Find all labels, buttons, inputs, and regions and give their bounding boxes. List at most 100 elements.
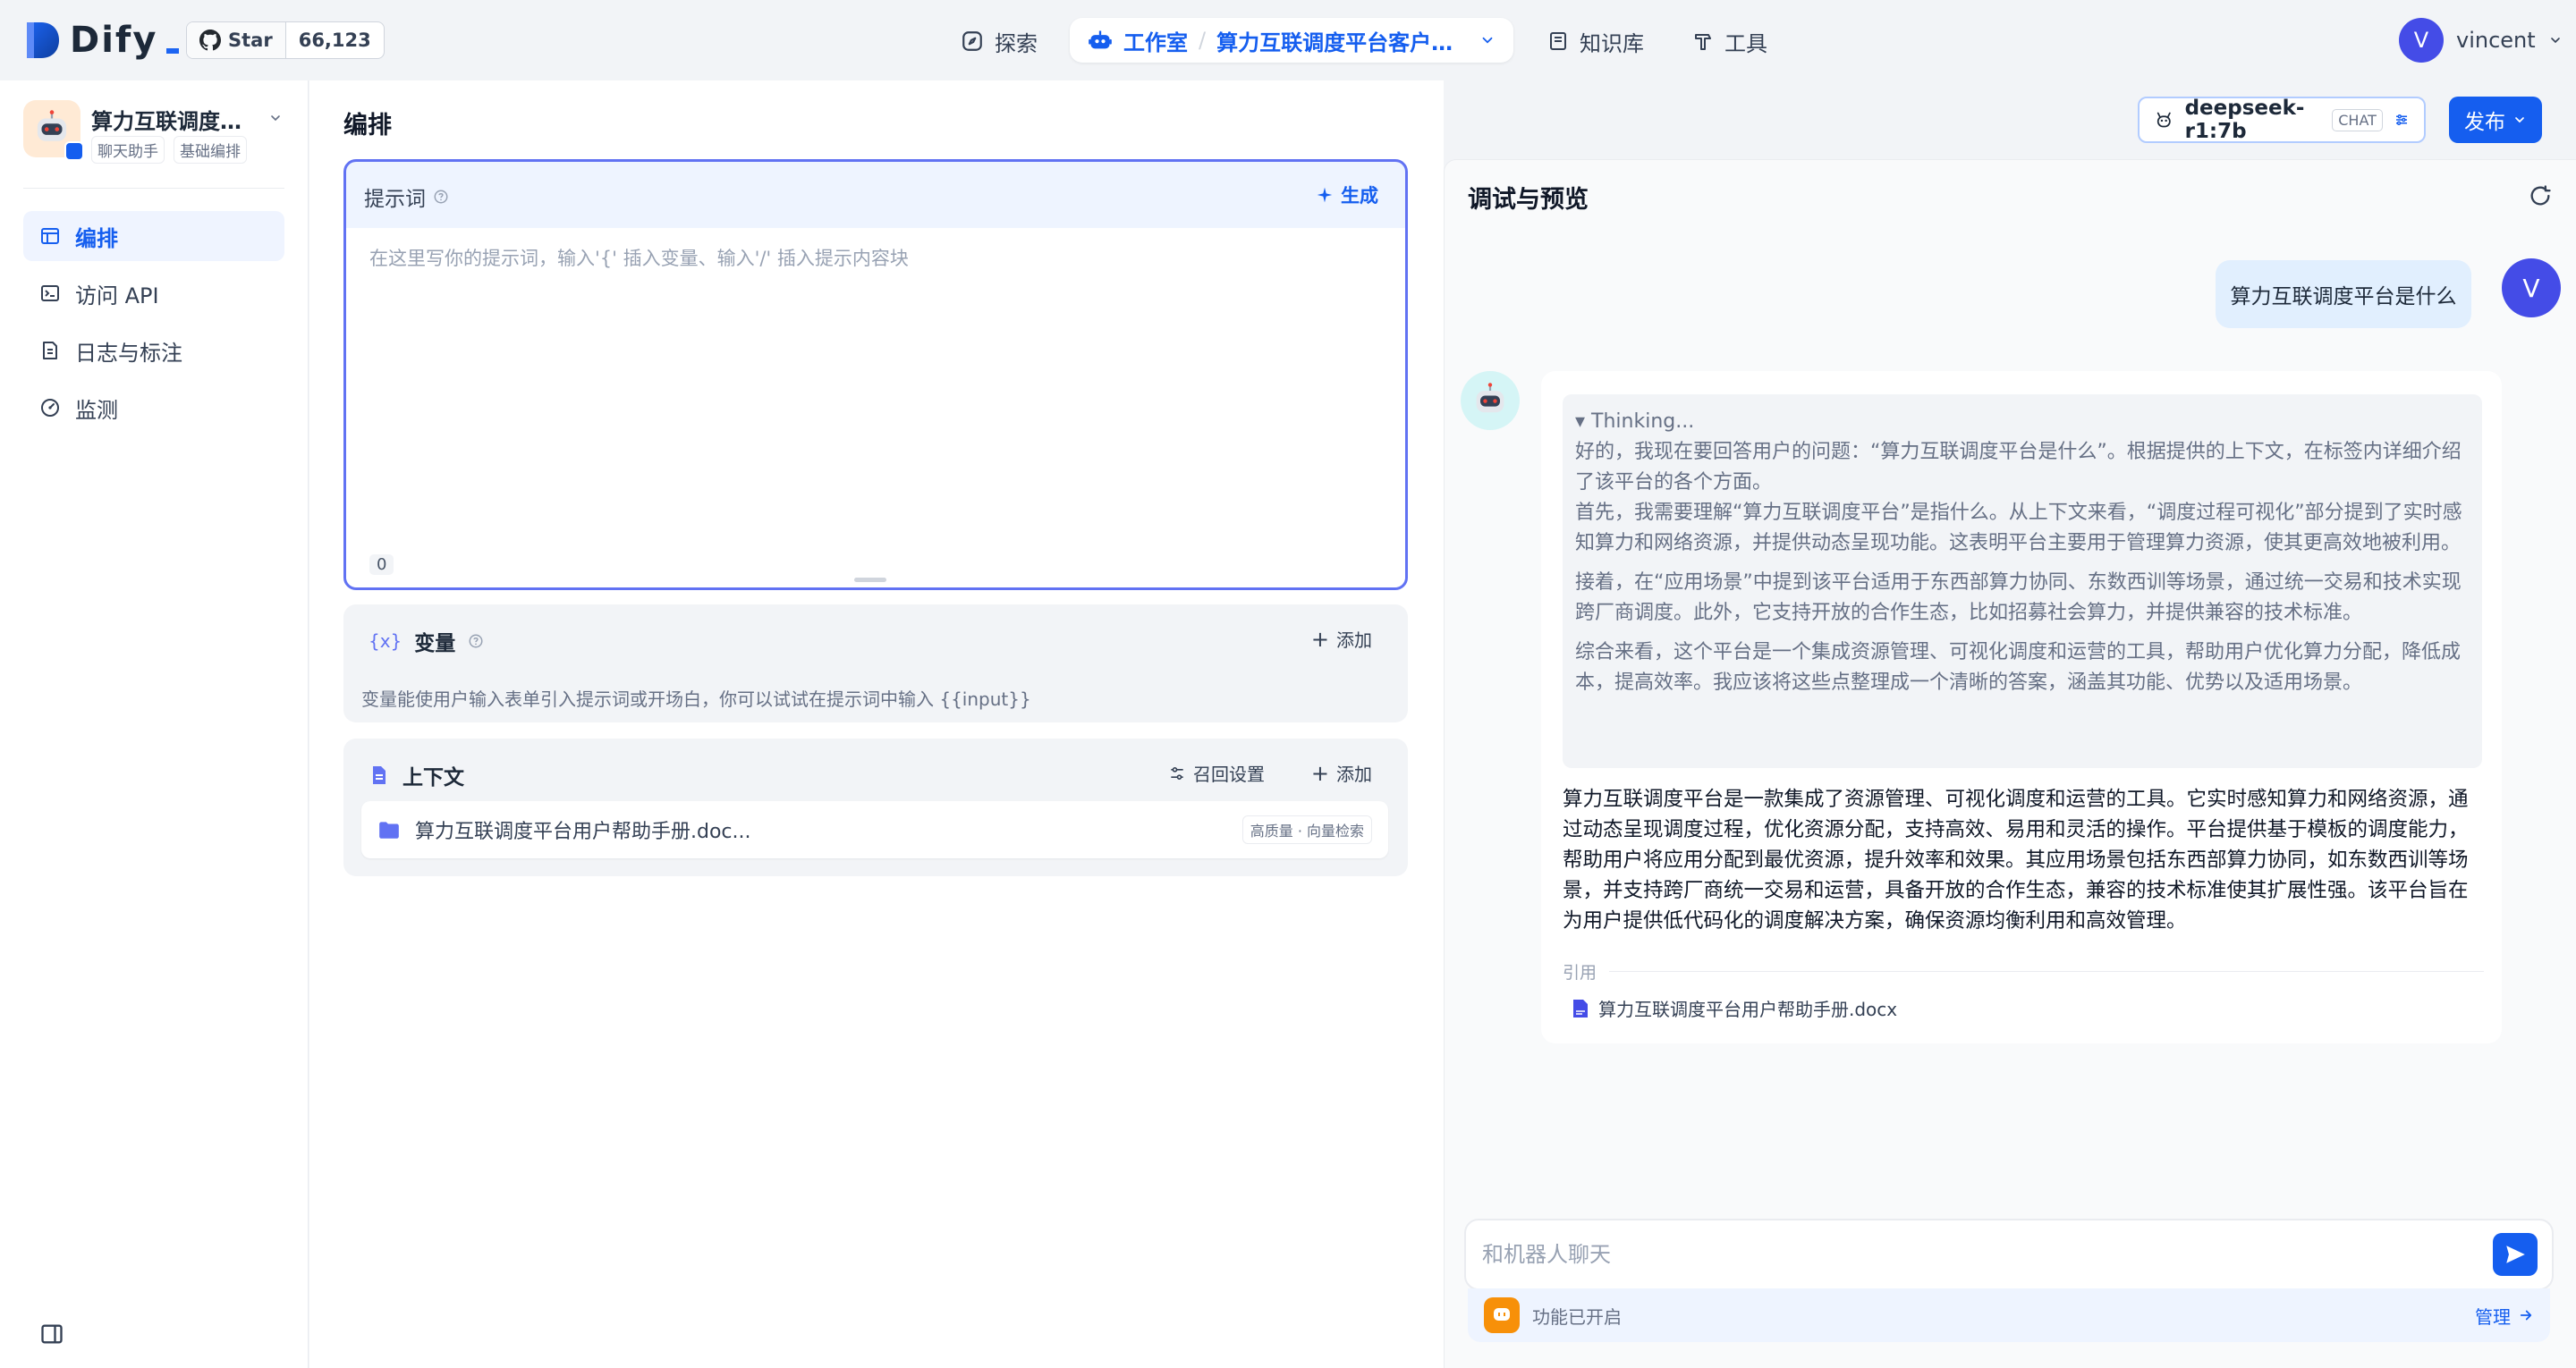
- brand-name: Dify: [70, 20, 158, 61]
- send-button[interactable]: [2493, 1233, 2538, 1276]
- publish-label: 发布: [2464, 111, 2505, 134]
- nav-explore[interactable]: 探索: [961, 23, 1038, 59]
- nav-workspace-label[interactable]: 工作室: [1123, 25, 1188, 56]
- plus-icon: +: [1310, 760, 1329, 786]
- add-variable-button[interactable]: + 添加: [1311, 626, 1372, 652]
- github-star-button[interactable]: Star 66,123: [186, 21, 385, 59]
- feature-icon: [1484, 1297, 1520, 1333]
- prompt-editor: 提示词 生成 在这里写你的提示词，输入'{' 插入变量、输入'/' 插入提示内容…: [343, 159, 1408, 590]
- chevron-down-icon[interactable]: [268, 111, 283, 125]
- github-star-label: Star: [228, 30, 273, 51]
- app-title[interactable]: 算力互联调度平...: [91, 104, 252, 135]
- sidebar-collapse-icon[interactable]: [39, 1322, 64, 1347]
- robot-avatar-icon: [1476, 383, 1504, 413]
- variables-title: 变量: [414, 632, 456, 655]
- dify-logo[interactable]: Dify: [25, 20, 180, 61]
- thinking-block[interactable]: ▾ Thinking... 好的，我现在要回答用户的问题：“算力互联调度平台是什…: [1563, 394, 2482, 768]
- help-icon[interactable]: [433, 189, 449, 205]
- variables-header: {x} 变量: [369, 626, 484, 656]
- sidebar-item-label: 访问 API: [75, 283, 159, 308]
- folder-icon: [379, 822, 399, 839]
- user-name: vincent: [2456, 28, 2536, 53]
- citation-item[interactable]: 算力互联调度平台用户帮助手册.docx: [1572, 995, 1897, 1021]
- github-star-label-wrap[interactable]: Star: [187, 22, 286, 58]
- sidebar-item-api[interactable]: 访问 API: [23, 268, 284, 318]
- app-mode-tag: 基础编排: [174, 136, 247, 164]
- nav-tools-label: 工具: [1724, 30, 1767, 56]
- context-dataset-item[interactable]: 算力互联调度平台用户帮助手册.doc... 高质量 · 向量检索: [361, 801, 1388, 858]
- file-list-icon: [43, 342, 57, 359]
- citation-header: 引用: [1563, 959, 2484, 984]
- brand-underscore: [166, 48, 180, 54]
- generate-label: 生成: [1341, 185, 1378, 207]
- resize-handle[interactable]: [854, 578, 886, 582]
- top-navigation: Dify Star 66,123 探索 工作室 / 算力互联调度平台客户小...…: [0, 0, 2576, 80]
- manage-label: 管理: [2475, 1305, 2511, 1328]
- thinking-paragraph: 好的，我现在要回答用户的问题：“算力互联调度平台是什么”。根据提供的上下文，在标…: [1575, 441, 2462, 554]
- nav-knowledge[interactable]: 知识库: [1547, 23, 1644, 59]
- github-icon: [199, 30, 221, 51]
- feature-status-text: 功能已开启: [1532, 1305, 1622, 1328]
- plus-icon: +: [1310, 626, 1329, 652]
- model-mode-badge: CHAT: [2332, 108, 2383, 131]
- bot-avatar: [1461, 371, 1520, 430]
- user-message-bubble: 算力互联调度平台是什么: [2216, 260, 2471, 328]
- dify-logo-icon: [27, 22, 59, 58]
- citation-file-name: 算力互联调度平台用户帮助手册.docx: [1598, 999, 1898, 1020]
- settings-sliders-icon: [1171, 766, 1183, 780]
- manage-features-link[interactable]: 管理: [2475, 1303, 2534, 1329]
- prompt-textarea[interactable]: 在这里写你的提示词，输入'{' 插入变量、输入'/' 插入提示内容块 0: [346, 228, 1405, 587]
- sidebar-item-label: 编排: [75, 225, 118, 251]
- chevron-down-icon[interactable]: [1479, 32, 1496, 48]
- left-sidebar: 算力互联调度平... 聊天助手 基础编排 编排 访问 API 日志与标注 监测: [0, 80, 309, 1368]
- retrieval-settings-button[interactable]: 召回设置: [1168, 760, 1265, 786]
- chat-input[interactable]: [1482, 1242, 2466, 1267]
- app-type-tag: 聊天助手: [91, 136, 165, 164]
- retrieval-mode-badge: 高质量 · 向量检索: [1241, 815, 1372, 844]
- chevron-down-icon: [2550, 38, 2560, 44]
- chat-badge-icon: [64, 141, 84, 161]
- workspace-app-switcher[interactable]: 工作室 / 算力互联调度平台客户小...: [1070, 18, 1513, 63]
- generate-prompt-button[interactable]: 生成: [1316, 182, 1378, 208]
- nav-app-name[interactable]: 算力互联调度平台客户小...: [1216, 25, 1460, 56]
- divider: [1609, 971, 2484, 972]
- model-selector[interactable]: deepseek-r1:7b CHAT: [2138, 97, 2426, 143]
- sidebar-item-label: 日志与标注: [75, 340, 182, 366]
- chevron-down-icon: [2515, 117, 2524, 123]
- add-context-button[interactable]: + 添加: [1311, 760, 1372, 786]
- debug-preview-panel: 调试与预览 算力互联调度平台是什么 V ▾ Thinking... 好的，我现在…: [1444, 159, 2576, 1368]
- user-avatar[interactable]: V: [2399, 18, 2444, 63]
- add-context-label: 添加: [1336, 764, 1372, 785]
- thinking-paragraph: 接着，在“应用场景”中提到该平台适用于东西部算力协同、东数西训等场景，通过统一交…: [1575, 571, 2462, 624]
- robot-icon: [1089, 30, 1112, 49]
- feature-status-bar: 功能已开启 管理: [1468, 1288, 2550, 1342]
- arrow-right-icon: [2520, 1310, 2532, 1321]
- bot-answer-text: 算力互联调度平台是一款集成了资源管理、可视化调度和运营的工具。它实时感知算力和网…: [1563, 788, 2469, 933]
- app-avatar[interactable]: [23, 100, 84, 161]
- sparkle-icon: [1317, 187, 1333, 203]
- variable-braces-icon: {x}: [369, 630, 402, 652]
- user-menu[interactable]: V vincent: [2399, 18, 2563, 63]
- model-name: deepseek-r1:7b: [2184, 97, 2305, 143]
- sidebar-item-logs[interactable]: 日志与标注: [23, 325, 284, 376]
- nav-tools[interactable]: 工具: [1692, 23, 1767, 59]
- hammer-icon: [1695, 34, 1711, 50]
- bot-message-card: ▾ Thinking... 好的，我现在要回答用户的问题：“算力互联调度平台是什…: [1541, 371, 2502, 1043]
- sidebar-item-label: 监测: [75, 397, 118, 423]
- user-message-text: 算力互联调度平台是什么: [2230, 285, 2457, 308]
- publish-button[interactable]: 发布: [2449, 97, 2542, 143]
- add-variable-label: 添加: [1336, 629, 1372, 651]
- prompt-header: 提示词: [364, 182, 449, 212]
- sidebar-item-orchestrate[interactable]: 编排: [23, 211, 284, 261]
- sidebar-item-monitor[interactable]: 监测: [23, 383, 284, 433]
- help-icon[interactable]: [468, 633, 484, 649]
- chat-input-box[interactable]: [1464, 1219, 2554, 1290]
- refresh-icon[interactable]: [2528, 183, 2553, 208]
- user-chat-avatar: V: [2502, 258, 2561, 317]
- document-icon: [373, 766, 386, 784]
- thinking-toggle[interactable]: ▾ Thinking...: [1575, 407, 2468, 437]
- thinking-paragraph: 综合来看，这个平台是一个集成资源管理、可视化调度和运营的工具，帮助用户优化算力分…: [1575, 641, 2462, 694]
- nav-knowledge-label: 知识库: [1580, 30, 1644, 56]
- context-dataset-name: 算力互联调度平台用户帮助手册.doc...: [415, 821, 751, 843]
- settings-sliders-icon[interactable]: [2394, 109, 2410, 131]
